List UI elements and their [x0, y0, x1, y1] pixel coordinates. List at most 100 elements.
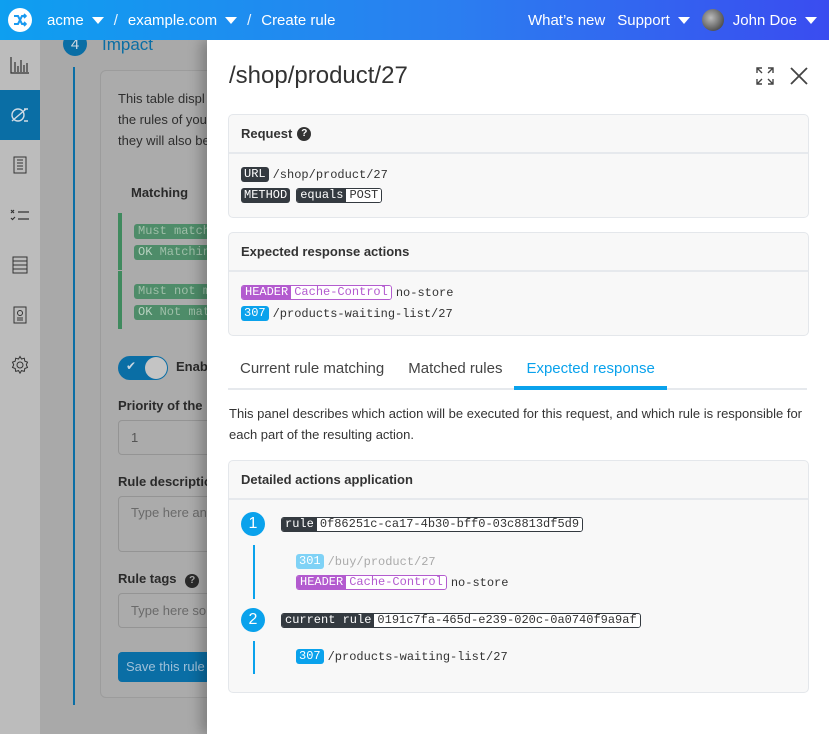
- impact-intro-text: This table displ the rules of you they w…: [118, 88, 210, 151]
- detailed-actions-panel: Detailed actions application 1 rule 0f862…: [228, 460, 809, 693]
- enable-label: Enab: [176, 359, 208, 374]
- expand-icon[interactable]: [755, 66, 775, 86]
- step-number-badge: 4: [63, 40, 87, 56]
- intro-line: This table displ: [118, 91, 205, 106]
- step-connector-line: [253, 641, 255, 674]
- drawer-tabs: Current rule matching Matched rules Expe…: [228, 352, 807, 390]
- whats-new-label: What’s new: [527, 11, 606, 29]
- tab-matched-rules[interactable]: Matched rules: [396, 352, 514, 390]
- domain-name: example.com: [127, 11, 218, 29]
- match-result-value: Matchin: [159, 245, 210, 259]
- status-code-badge: 307: [241, 306, 269, 321]
- sidebar-item-analytics[interactable]: [0, 40, 40, 90]
- help-icon[interactable]: ?: [185, 573, 200, 588]
- rule-label: current rule: [282, 613, 375, 627]
- chevron-down-icon: [91, 16, 104, 24]
- step-title: Impact: [102, 40, 154, 54]
- sidebar-item-settings[interactable]: [0, 340, 40, 390]
- detailed-actions-title: Detailed actions application: [241, 472, 413, 487]
- toggle-knob: [145, 357, 167, 379]
- chevron-down-icon: [805, 16, 817, 24]
- avatar: [701, 9, 724, 31]
- panel-description: This panel describes which action will b…: [229, 406, 803, 442]
- close-icon[interactable]: [789, 66, 809, 86]
- breadcrumb-separator: /: [247, 11, 252, 29]
- chevron-down-icon: [677, 16, 690, 24]
- rules-icon: [11, 108, 28, 122]
- sidebar-item-certificates[interactable]: [0, 290, 40, 340]
- certificate-icon: [13, 306, 27, 324]
- app-logo-icon[interactable]: [8, 8, 32, 32]
- status-code-badge: 307: [296, 649, 324, 664]
- match-result-value: Not mat: [159, 305, 210, 319]
- description-label: Rule descriptio: [118, 474, 210, 489]
- chevron-down-icon: [225, 16, 238, 24]
- tab-expected-response[interactable]: Expected response: [514, 352, 667, 390]
- action-step: 2 current rule 0191c7fa-465d-e239-020c-0a…: [241, 608, 641, 632]
- org-selector[interactable]: acme: [47, 12, 104, 29]
- save-rule-button[interactable]: Save this rule: [118, 652, 210, 682]
- expected-actions-panel: Expected response actions HEADER Cache-Co…: [228, 232, 809, 336]
- header-label: HEADER: [297, 576, 347, 589]
- tab-current-rule-matching[interactable]: Current rule matching: [228, 352, 396, 390]
- header-action-badge: HEADER Cache-Control: [241, 285, 392, 300]
- header-value: no-store: [395, 285, 454, 300]
- rule-id: 0191c7fa-465d-e239-020c-0a0740f9a9af: [374, 613, 640, 627]
- step-actions: 307/products-waiting-list/27: [296, 646, 508, 667]
- priority-input[interactable]: 1: [118, 420, 210, 455]
- org-name: acme: [47, 11, 84, 29]
- tags-label: Rule tags ?: [118, 571, 200, 588]
- user-menu[interactable]: John Doe: [701, 9, 817, 31]
- overridden-redirect-target: /buy/product/27: [327, 554, 436, 569]
- sidebar-item-servers[interactable]: [0, 240, 40, 290]
- header-name: Cache-Control: [346, 576, 446, 589]
- ok-label: OK: [138, 305, 153, 319]
- sidebar-item-checklist[interactable]: [0, 190, 40, 240]
- match-result-badge: OK Not mat: [134, 305, 210, 320]
- step-timeline-line: [73, 67, 75, 705]
- action-step: 1 rule 0f86251c-ca17-4b30-bff0-03c8813df5…: [241, 512, 584, 536]
- request-panel: Request? URL/shop/product/27 METHOD equa…: [228, 114, 809, 218]
- support-menu[interactable]: Support: [617, 12, 690, 29]
- document-list-icon: [13, 156, 27, 174]
- help-icon[interactable]: ?: [297, 126, 312, 141]
- step-number-circle: 2: [241, 608, 265, 632]
- must-not-match-badge: Must not m: [134, 284, 210, 299]
- support-label: Support: [617, 11, 670, 29]
- header-label: HEADER: [242, 286, 292, 299]
- whats-new-link[interactable]: What’s new: [528, 12, 605, 29]
- header-action-badge: HEADER Cache-Control: [296, 575, 447, 590]
- tags-label-text: Rule tags: [118, 571, 177, 586]
- intro-line: the rules of you: [118, 112, 207, 127]
- match-row: Must not m OK Not mat: [118, 271, 210, 329]
- rule-id-badge[interactable]: current rule 0191c7fa-465d-e239-020c-0a07…: [281, 612, 641, 628]
- expected-actions-title: Expected response actions: [241, 244, 410, 259]
- ok-label: OK: [138, 245, 153, 259]
- sidebar: [0, 40, 40, 734]
- request-detail-drawer: /shop/product/27 Request? URL/shop/produ…: [207, 40, 829, 734]
- tags-input[interactable]: Type here so: [118, 593, 210, 628]
- description-textarea[interactable]: Type here an: [118, 496, 210, 552]
- step-actions: 301/buy/product/27 HEADER Cache-Control n…: [296, 551, 508, 593]
- top-navigation-bar: acme / example.com / Create rule What’s …: [0, 0, 829, 40]
- breadcrumb-separator: /: [113, 11, 118, 29]
- rule-id-badge[interactable]: rule 0f86251c-ca17-4b30-bff0-03c8813df5d9: [281, 516, 584, 532]
- user-name: John Doe: [732, 11, 797, 29]
- enable-rule-toggle[interactable]: ✔: [118, 356, 168, 380]
- method-value: POST: [346, 189, 382, 202]
- step-number-circle: 1: [241, 512, 265, 536]
- match-row: Must match OK Matchin: [118, 213, 210, 270]
- rule-id: 0f86251c-ca17-4b30-bff0-03c8813df5d9: [316, 517, 583, 531]
- method-badge: METHOD: [241, 188, 291, 203]
- header-value: no-store: [450, 575, 509, 590]
- sidebar-item-logs[interactable]: [0, 140, 40, 190]
- sidebar-item-rules[interactable]: [0, 90, 40, 140]
- gear-icon: [11, 355, 29, 375]
- overridden-status-code-badge: 301: [296, 554, 324, 569]
- check-icon: ✔: [126, 359, 137, 373]
- bar-chart-icon: [10, 57, 29, 74]
- server-icon: [12, 256, 28, 274]
- must-match-badge: Must match: [134, 224, 210, 239]
- rule-editor-background: 4 Impact This table displ the rules of y…: [40, 40, 210, 734]
- domain-selector[interactable]: example.com: [127, 11, 238, 29]
